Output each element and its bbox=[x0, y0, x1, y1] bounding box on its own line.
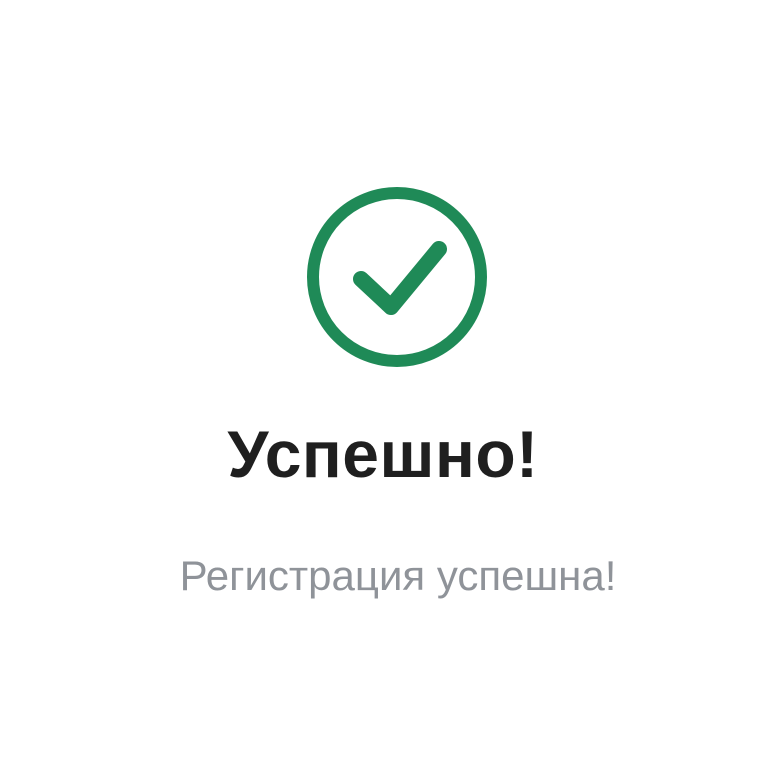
success-message: Регистрация успешна! bbox=[179, 552, 617, 599]
success-dialog: Успешно! Регистрация успешна! bbox=[0, 0, 766, 766]
success-title: Успешно! bbox=[227, 417, 539, 491]
check-circle-icon bbox=[306, 186, 488, 368]
